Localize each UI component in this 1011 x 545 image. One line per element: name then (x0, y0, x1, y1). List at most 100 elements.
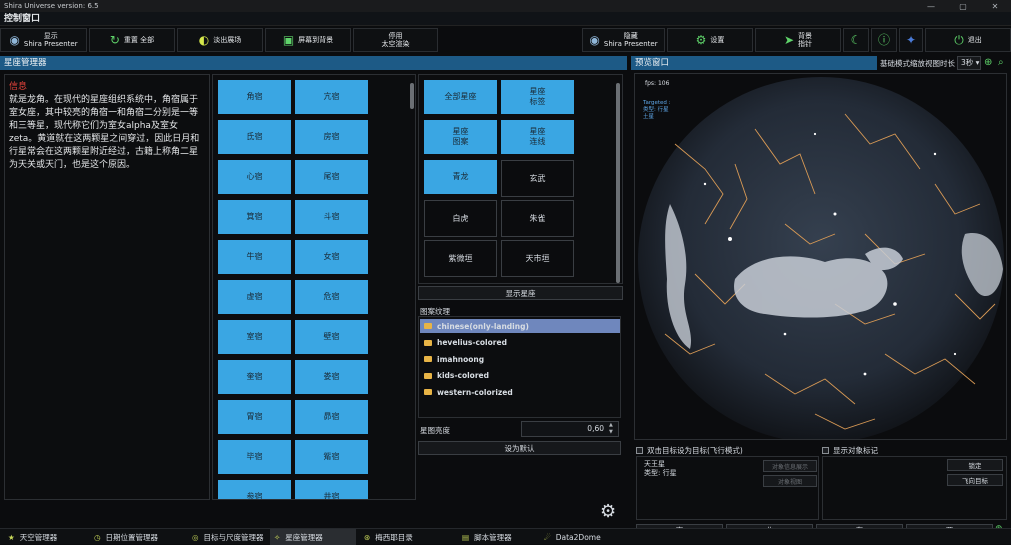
texture-item[interactable]: chinese(only-landing) (420, 319, 620, 333)
bottom-tab[interactable]: ☄ Data2Dome (540, 529, 616, 545)
constellation-icon: ✧ (274, 532, 281, 542)
mansion-button[interactable]: 室宿 (218, 320, 291, 354)
group-button[interactable]: 星座 连线 (501, 120, 574, 154)
hide-presenter-button[interactable]: ◉ 隐藏 Shira Presenter (582, 28, 665, 52)
mansion-button[interactable]: 心宿 (218, 160, 291, 194)
capture-bg-button[interactable]: ▣ 屏幕到背景 (265, 28, 351, 52)
texture-item[interactable]: imahnoong (420, 352, 620, 366)
exit-button[interactable]: ⏻ 退出 (925, 28, 1011, 52)
object-info-button[interactable]: 对象信息展示 (763, 460, 817, 472)
region-button[interactable]: 天市垣 (501, 240, 574, 277)
minimize-button[interactable]: — (915, 2, 947, 11)
show-presenter-button[interactable]: ◉ 显示 Shira Presenter (0, 28, 87, 52)
mansion-button[interactable]: 危宿 (295, 280, 368, 314)
brightness-spinner[interactable]: ▲ ▼ (609, 422, 613, 436)
mansion-button[interactable]: 娄宿 (295, 360, 368, 394)
clock-icon: ◷ (94, 532, 101, 542)
show-marker-checkbox[interactable]: 显示对象标记 (822, 445, 878, 456)
mansion-grid: 角宿 亢宿 氐宿 房宿 心宿 尾宿 箕宿 斗宿 牛宿 女宿 虚宿 危宿 室宿 壁宿 奎宿 娄宿 胃宿 昴宿 毕宿 觜宿… (212, 74, 416, 500)
bg-pointer-button[interactable]: ➤ 背景 指针 (755, 28, 841, 52)
region-button[interactable]: 紫微垣 (424, 240, 497, 277)
group-scrollbar[interactable] (616, 83, 620, 283)
mansion-button[interactable]: 牛宿 (218, 240, 291, 274)
mansion-button[interactable]: 参宿 (218, 480, 291, 499)
bottom-tab[interactable]: ★ 天空管理器 (4, 529, 88, 545)
texture-item[interactable]: western-colorized (420, 385, 620, 399)
mansion-scrollbar[interactable] (410, 83, 414, 109)
bottom-tab[interactable]: ✧ 星座管理器 (270, 529, 356, 545)
bottom-tab[interactable]: ▤ 脚本管理器 (458, 529, 538, 545)
region-button[interactable]: 朱雀 (501, 200, 574, 237)
mansion-button[interactable]: 胃宿 (218, 400, 291, 434)
mansion-button[interactable]: 昴宿 (295, 400, 368, 434)
group-grid: 全部星座 星座 标签 星座 图案 星座 连线 青龙 玄武 白虎 朱雀 紫微垣 天市垣 (418, 74, 623, 284)
region-button[interactable]: 白虎 (424, 200, 497, 237)
object-view-button[interactable]: 对象视图 (763, 475, 817, 487)
control-window-title: 控制窗口 (0, 12, 1011, 26)
texture-item[interactable]: hevelius-colored (420, 336, 620, 350)
star-button[interactable]: ✦ (899, 28, 923, 52)
night-mode-button[interactable]: ☾ (843, 28, 869, 52)
marker-panel: 锁定 飞向目标 (822, 456, 1007, 520)
bottom-tab[interactable]: ◎ 目标与尺度管理器 (188, 529, 268, 545)
group-button[interactable]: 星座 标签 (501, 80, 574, 114)
reset-all-button[interactable]: ↻ 重置 全部 (89, 28, 175, 52)
target-icon: ◎ (192, 532, 199, 542)
texture-item[interactable]: kids-colored (420, 369, 620, 383)
zoom-label: 基础模式缩放视图时长 (880, 59, 955, 68)
region-button[interactable]: 青龙 (424, 160, 497, 194)
mansion-button[interactable]: 虚宿 (218, 280, 291, 314)
group-button[interactable]: 全部星座 (424, 80, 497, 114)
maximize-button[interactable]: ▢ (947, 2, 979, 11)
fade-out-button[interactable]: ◐ 淡出展场 (177, 28, 263, 52)
target-info: Targeted : 类型: 行星 土星 (643, 100, 671, 120)
sky-dome (638, 77, 1004, 439)
mansion-button[interactable]: 角宿 (218, 80, 291, 114)
stop-render-button[interactable]: 停用 太空渲染 (353, 28, 438, 52)
info-heading: 信息 (9, 82, 28, 92)
preview-view[interactable]: fps: 106 Targeted : 类型: 行星 土星 (634, 73, 1007, 440)
star-icon: ★ (8, 532, 15, 542)
group-button[interactable]: 星座 图案 (424, 120, 497, 154)
presenter-icon: ◉ (9, 33, 20, 47)
info-icon: ⓘ (877, 33, 890, 47)
zoom-search-icon[interactable]: ⌕ (998, 56, 1010, 70)
mansion-button[interactable]: 壁宿 (295, 320, 368, 354)
set-default-button[interactable]: 设为默认 (418, 441, 621, 455)
mansion-button[interactable]: 亢宿 (295, 80, 368, 114)
mansion-button[interactable]: 奎宿 (218, 360, 291, 394)
mansion-button[interactable]: 毕宿 (218, 440, 291, 474)
dbl-target-checkbox[interactable]: 双击目标设为目标(飞行模式) (636, 445, 743, 456)
galaxy-icon: ⊛ (364, 532, 371, 542)
object-info: 天王星 类型: 行星 (644, 460, 677, 477)
show-const-button[interactable]: 显示星座 (418, 286, 623, 300)
folder-icon (424, 372, 432, 379)
folder-icon (424, 323, 432, 329)
mansion-button[interactable]: 房宿 (295, 120, 368, 154)
bottom-tab[interactable]: ◷ 日期位置管理器 (90, 529, 186, 545)
zoom-add-icon[interactable]: ⊕ (984, 56, 996, 70)
brightness-input[interactable]: 0,60 (521, 421, 619, 437)
close-button[interactable]: ✕ (979, 2, 1011, 11)
mansion-button[interactable]: 箕宿 (218, 200, 291, 234)
mansion-button[interactable]: 觜宿 (295, 440, 368, 474)
title-bar: Shira Universe version: 6.5 — ▢ ✕ (0, 0, 1011, 12)
lock-button[interactable]: 锁定 (947, 459, 1003, 471)
const-mgr-header: 星座管理器 (0, 56, 627, 70)
info-button[interactable]: ⓘ (871, 28, 897, 52)
folder-icon (424, 389, 432, 395)
mansion-button[interactable]: 斗宿 (295, 200, 368, 234)
bottom-tab[interactable]: ⊛ 梅西耶目录 (360, 529, 456, 545)
fly-to-button[interactable]: 飞向目标 (947, 474, 1003, 486)
gear-icon[interactable]: ⚙ (600, 501, 616, 522)
star-icon: ✦ (905, 33, 917, 47)
mansion-button[interactable]: 氐宿 (218, 120, 291, 154)
mansion-button[interactable]: 尾宿 (295, 160, 368, 194)
region-button[interactable]: 玄武 (501, 160, 574, 197)
zoom-select[interactable]: 3秒 ▾ (957, 56, 981, 70)
mansion-button[interactable]: 井宿 (295, 480, 368, 499)
moon-icon: ☾ (850, 33, 862, 47)
camera-icon: ▣ (282, 33, 295, 47)
settings-button[interactable]: ⚙ 设置 (667, 28, 753, 52)
mansion-button[interactable]: 女宿 (295, 240, 368, 274)
